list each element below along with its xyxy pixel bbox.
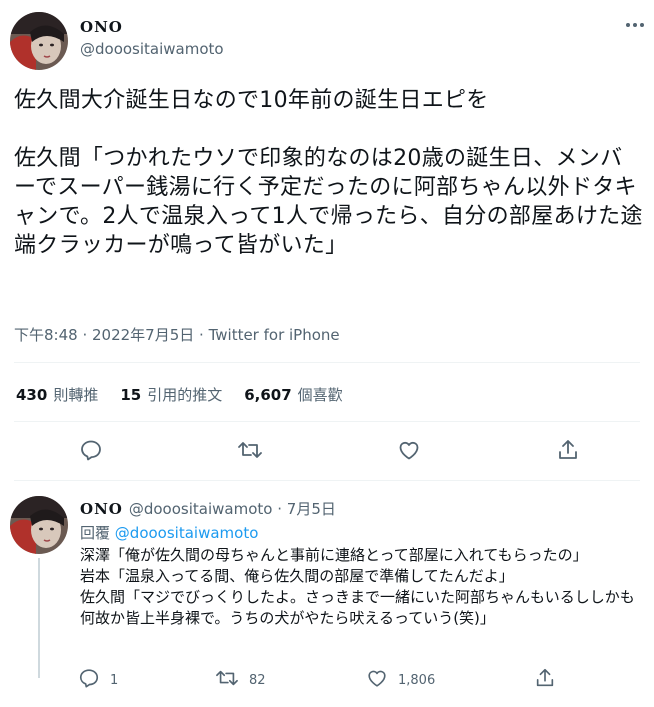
display-name[interactable]: ONO	[80, 18, 123, 36]
display-name[interactable]: ONO	[80, 500, 123, 518]
more-icon[interactable]	[624, 14, 646, 36]
share-icon[interactable]	[555, 437, 581, 463]
like-count: 1,806	[398, 672, 436, 688]
header-dot: ·	[277, 500, 282, 518]
reply-prefix: 回覆	[80, 524, 111, 542]
share-icon	[534, 667, 556, 693]
reply-tweet[interactable]: ONO @dooositaiwamoto · 7月5日 回覆 @dooositai…	[0, 490, 654, 707]
like-icon[interactable]	[396, 437, 422, 463]
reply-count: 1	[110, 672, 119, 688]
divider	[14, 421, 640, 422]
retweet-icon	[215, 667, 239, 693]
reply-icon	[78, 667, 100, 693]
divider	[14, 362, 640, 363]
tweet-date[interactable]: 2022年7月5日	[92, 326, 194, 344]
share-button[interactable]	[534, 668, 556, 692]
like-stat[interactable]: 6,607 個喜歡	[244, 384, 342, 405]
reply-button[interactable]: 1	[78, 668, 118, 692]
user-handle[interactable]: @dooositaiwamoto	[80, 40, 224, 58]
reply-actions: 1 82 1,806	[0, 668, 654, 692]
avatar[interactable]	[10, 496, 68, 554]
reply-to-link[interactable]: @dooositaiwamoto	[115, 524, 259, 542]
quote-stat[interactable]: 15 引用的推文	[120, 384, 222, 405]
reply-header: ONO @dooositaiwamoto · 7月5日	[80, 498, 336, 519]
reply-date[interactable]: 7月5日	[287, 500, 336, 518]
meta-separator: ·	[77, 326, 92, 344]
tweet-source[interactable]: Twitter for iPhone	[209, 326, 340, 344]
retweet-stat[interactable]: 430 則轉推	[16, 384, 98, 405]
tweet-text: 佐久間大介誕生日なので10年前の誕生日エピを 佐久間「つかれたウソで印象的なのは…	[14, 88, 643, 258]
tweet-time[interactable]: 下午8:48	[14, 326, 78, 344]
like-button[interactable]: 1,806	[366, 668, 435, 692]
reply-icon[interactable]	[78, 437, 104, 463]
reply-text: 深澤「俺が佐久間の母ちゃんと事前に連絡とって部屋に入れてもらったの」 岩本「温泉…	[80, 546, 635, 627]
retweet-icon[interactable]	[237, 437, 263, 463]
retweet-button[interactable]: 82	[215, 668, 266, 692]
tweet-meta: 下午8:48 · 2022年7月5日 · Twitter for iPhone	[14, 324, 340, 345]
divider	[14, 480, 640, 481]
tweet-actions	[0, 437, 654, 465]
avatar[interactable]	[10, 12, 68, 70]
user-handle[interactable]: @dooositaiwamoto	[129, 500, 273, 518]
replying-to: 回覆 @dooositaiwamoto	[80, 522, 258, 543]
tweet-stats: 430 則轉推 15 引用的推文 6,607 個喜歡	[16, 384, 343, 405]
main-tweet: ONO @dooositaiwamoto 佐久間大介誕生日なので10年前の誕生日…	[0, 0, 654, 490]
retweet-count: 82	[249, 672, 266, 688]
meta-separator: ·	[194, 326, 209, 344]
like-icon	[366, 667, 388, 693]
thread-line	[38, 558, 40, 678]
